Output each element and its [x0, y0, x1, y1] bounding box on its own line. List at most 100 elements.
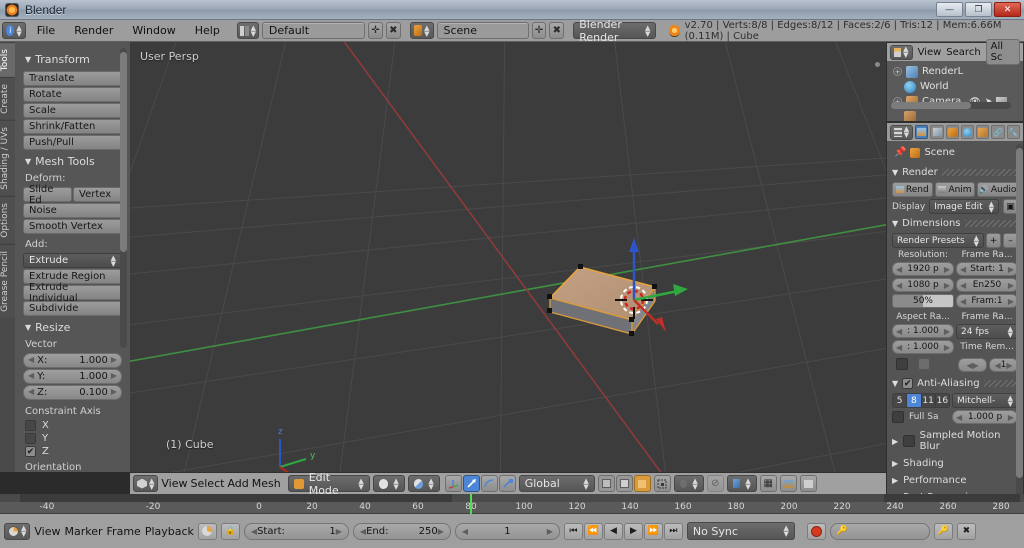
frame-end-field[interactable]: ◀ En250 ▶ — [956, 278, 1018, 292]
render-section-header[interactable]: ▼ Render — [892, 167, 1018, 178]
world-tab-icon[interactable] — [960, 125, 975, 139]
viewport-menu-mesh[interactable]: Mesh — [252, 477, 281, 490]
sidebar-item-options[interactable]: Options — [0, 195, 15, 244]
play-icon[interactable]: ▶ — [623, 522, 643, 540]
list-item[interactable] — [887, 109, 1023, 121]
increment-icon[interactable]: ▶ — [111, 371, 117, 382]
render-opengl-icon[interactable] — [799, 475, 817, 492]
decrement-icon[interactable]: ◀ — [28, 387, 34, 398]
outliner-hscrollbar[interactable] — [891, 102, 1011, 109]
aa-filter-dropdown[interactable]: Mitchell- ▲ ▼ — [952, 393, 1018, 408]
scene-icon[interactable]: ▲ ▼ — [409, 22, 434, 39]
border-checkbox-icon[interactable] — [896, 358, 908, 370]
interaction-mode-dropdown[interactable]: Edit Mode ▲ ▼ — [287, 471, 370, 497]
aa-sample-8[interactable]: 8 — [907, 394, 922, 407]
timeline-menu-view[interactable]: View — [34, 525, 60, 538]
render-preview-icon[interactable] — [779, 475, 797, 492]
timeline-menu-marker[interactable]: Marker — [65, 525, 103, 538]
push-pull-button[interactable]: Push/Pull — [23, 135, 122, 150]
list-item[interactable]: + RenderL — [887, 64, 1023, 79]
translate-manip-icon[interactable] — [462, 475, 480, 492]
resize-x-field[interactable]: ◀ X: 1.000 ▶ — [23, 353, 122, 368]
lock-icon[interactable]: 🔒 — [220, 522, 240, 540]
aa-filter-size-field[interactable]: ◀ 1.000 p ▶ — [952, 410, 1018, 424]
menu-help[interactable]: Help — [187, 22, 228, 39]
prev-keyframe-icon[interactable]: ⏪ — [583, 522, 603, 540]
sampled-motion-blur-section[interactable]: ▶ Sampled Motion Blur — [892, 430, 1018, 452]
menu-render[interactable]: Render — [66, 22, 121, 39]
modifiers-tab-icon[interactable]: 🔧 — [1006, 125, 1021, 139]
scale-button[interactable]: Scale — [23, 103, 122, 118]
occlude-geometry-icon[interactable] — [653, 475, 671, 492]
checkbox-z-icon[interactable]: ✔ — [25, 446, 36, 457]
rotate-manip-icon[interactable] — [480, 475, 498, 492]
jump-end-icon[interactable]: ⏭ — [663, 522, 683, 540]
crop-checkbox-icon[interactable] — [918, 358, 930, 370]
decrement-icon[interactable]: ◀ — [28, 355, 34, 366]
render-audio-button[interactable]: 🔊 Audio — [977, 182, 1019, 197]
screen-layout-icon[interactable]: ▲ ▼ — [236, 22, 259, 39]
maximize-button[interactable]: ❐ — [965, 2, 992, 17]
viewport-menu-select[interactable]: Select — [191, 477, 225, 490]
add-keyingset-icon[interactable]: 🔑 — [933, 522, 953, 540]
outliner-editor-icon[interactable]: ▲ ▼ — [890, 44, 913, 60]
scale-manip-icon[interactable] — [498, 475, 516, 492]
sidebar-item-create[interactable]: Create — [0, 77, 15, 121]
render-layers-tab-icon[interactable] — [930, 125, 944, 139]
sidebar-item-grease-pencil[interactable]: Grease Pencil — [0, 243, 15, 318]
screen-layout-add-button[interactable]: ✛ — [368, 22, 383, 39]
menu-file[interactable]: File — [29, 22, 63, 39]
properties-scrollbar[interactable] — [1016, 144, 1023, 524]
vertex-select-icon[interactable] — [597, 475, 615, 492]
resize-z-field[interactable]: ◀ Z: 0.100 ▶ — [23, 385, 122, 400]
render-engine-dropdown[interactable]: Blender Render ▲ ▼ — [573, 18, 657, 44]
scene-tab-icon[interactable] — [945, 125, 959, 139]
resize-panel-header[interactable]: ▼ Resize — [25, 321, 122, 334]
auto-keyframe-icon[interactable] — [197, 522, 217, 540]
aa-sample-16[interactable]: 16 — [935, 394, 949, 407]
expander-icon[interactable]: + — [893, 67, 902, 76]
resize-y-field[interactable]: ◀ Y: 1.000 ▶ — [23, 369, 122, 384]
scene-remove-button[interactable]: ✖ — [549, 22, 565, 39]
next-keyframe-icon[interactable]: ⏩ — [643, 522, 663, 540]
render-image-button[interactable]: Rend — [892, 182, 933, 197]
minimize-button[interactable]: — — [936, 2, 963, 17]
tool-shelf-scrollbar[interactable] — [120, 48, 127, 348]
display-mode-dropdown[interactable]: Image Edit ▲ ▼ — [929, 199, 999, 214]
viewport-shading-dropdown[interactable]: ▲ ▼ — [372, 475, 405, 492]
remove-keyingset-icon[interactable]: ✖ — [956, 522, 976, 540]
face-select-icon[interactable] — [633, 475, 651, 492]
manipulator-icon[interactable] — [444, 475, 462, 492]
preset-add-button[interactable]: + — [986, 233, 1001, 248]
sync-mode-dropdown[interactable]: No Sync ▲ ▼ — [686, 522, 795, 540]
sidebar-item-shading-uvs[interactable]: Shading / UVs — [0, 120, 15, 196]
scene-layers-icon[interactable]: ▦ — [759, 475, 777, 492]
motion-blur-checkbox-icon[interactable] — [903, 435, 915, 447]
screen-layout-remove-button[interactable]: ✖ — [385, 22, 401, 39]
mesh-tools-panel-header[interactable]: ▼ Mesh Tools — [25, 155, 122, 168]
extrude-individual-button[interactable]: Extrude Individual — [23, 282, 122, 304]
noise-button[interactable]: Noise — [23, 203, 122, 218]
resolution-percent-field[interactable]: 50% — [892, 294, 954, 308]
aa-sample-11[interactable]: 11 — [921, 394, 936, 407]
proportional-edit-dropdown[interactable]: ▲ ▼ — [673, 475, 704, 492]
increment-icon[interactable]: ▶ — [111, 387, 117, 398]
render-animation-button[interactable]: Anim — [934, 182, 976, 197]
timeline-menu-frame[interactable]: Frame — [107, 525, 141, 538]
keying-set-field[interactable]: 🔑 — [829, 522, 930, 540]
sidebar-item-tools[interactable]: Tools — [0, 42, 15, 78]
smooth-vertex-button[interactable]: Smooth Vertex — [23, 219, 122, 234]
pin-icon[interactable]: 📌 — [894, 147, 906, 158]
screen-layout-field[interactable]: Default — [261, 22, 366, 39]
frame-start-input[interactable]: ◀ Start: 1 ▶ — [243, 522, 349, 540]
3d-viewport[interactable]: z y x User Persp (1) Cube — [130, 42, 886, 472]
properties-editor-icon[interactable]: ▲ ▼ — [890, 124, 914, 140]
shading-section[interactable]: ▶ Shading — [892, 458, 1018, 469]
timeline-editor-icon[interactable]: ▲ ▼ — [4, 522, 31, 540]
viewport-menu-view[interactable]: View — [161, 477, 187, 490]
viewport-canvas[interactable]: z y x User Persp (1) Cube — [130, 42, 886, 472]
transform-orientation-dropdown[interactable]: Global ▲ ▼ — [518, 475, 595, 492]
play-reverse-icon[interactable]: ◀ — [603, 522, 623, 540]
transform-panel-header[interactable]: ▼ Transform — [25, 53, 122, 66]
increment-icon[interactable]: ▶ — [111, 355, 117, 366]
